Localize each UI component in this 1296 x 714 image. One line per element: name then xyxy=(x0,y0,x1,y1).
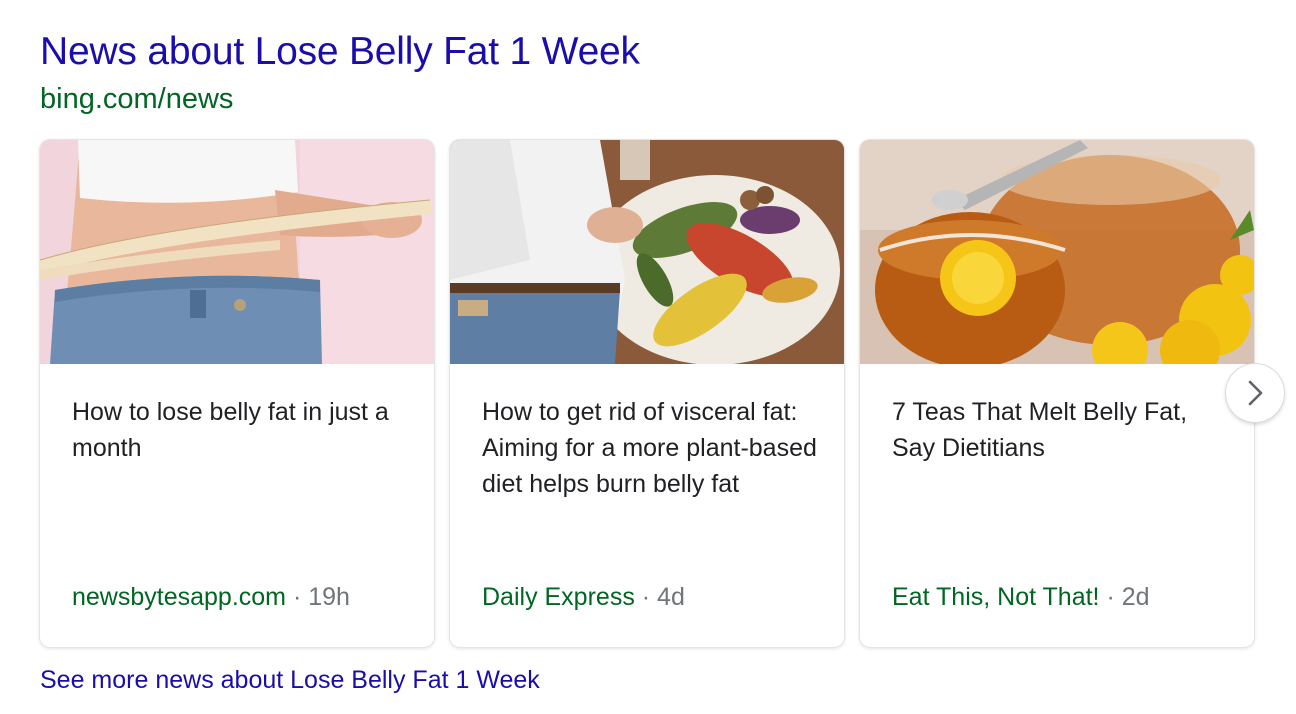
article-age: 2d xyxy=(1121,583,1150,611)
news-card[interactable]: 7 Teas That Melt Belly Fat, Say Dietitia… xyxy=(860,140,1254,647)
news-card[interactable]: How to lose belly fat in just a month ne… xyxy=(40,140,434,647)
news-card[interactable]: How to get rid of visceral fat: Aiming f… xyxy=(450,140,844,647)
card-headline[interactable]: How to lose belly fat in just a month xyxy=(72,394,410,466)
card-headline[interactable]: How to get rid of visceral fat: Aiming f… xyxy=(482,394,820,502)
meta-separator: · xyxy=(286,583,309,611)
publisher-name: Eat This, Not That! xyxy=(892,583,1100,611)
card-image-vegetable-platter[interactable] xyxy=(450,140,844,364)
see-more-news-link[interactable]: See more news about Lose Belly Fat 1 Wee… xyxy=(40,664,540,696)
card-image-dandelion-tea[interactable] xyxy=(860,140,1254,364)
article-age: 4d xyxy=(657,583,685,611)
article-age: 19h xyxy=(308,583,350,611)
meta-separator: · xyxy=(1099,583,1122,611)
publisher-name: Daily Express xyxy=(482,583,635,611)
publisher-name: newsbytesapp.com xyxy=(72,583,287,611)
news-title-link[interactable]: News about Lose Belly Fat 1 Week xyxy=(40,28,640,76)
source-url[interactable]: bing.com/news xyxy=(40,81,233,117)
card-image-waist-measure[interactable] xyxy=(40,140,434,364)
card-meta: newsbytesapp.com · 19h xyxy=(72,581,350,613)
chevron-right-icon xyxy=(1248,380,1263,406)
card-meta: Eat This, Not That! · 2d xyxy=(892,581,1150,613)
meta-separator: · xyxy=(634,583,658,611)
card-meta: Daily Express · 4d xyxy=(482,581,685,613)
card-headline[interactable]: 7 Teas That Melt Belly Fat, Say Dietitia… xyxy=(892,394,1230,466)
carousel-next-button[interactable] xyxy=(1226,364,1284,422)
